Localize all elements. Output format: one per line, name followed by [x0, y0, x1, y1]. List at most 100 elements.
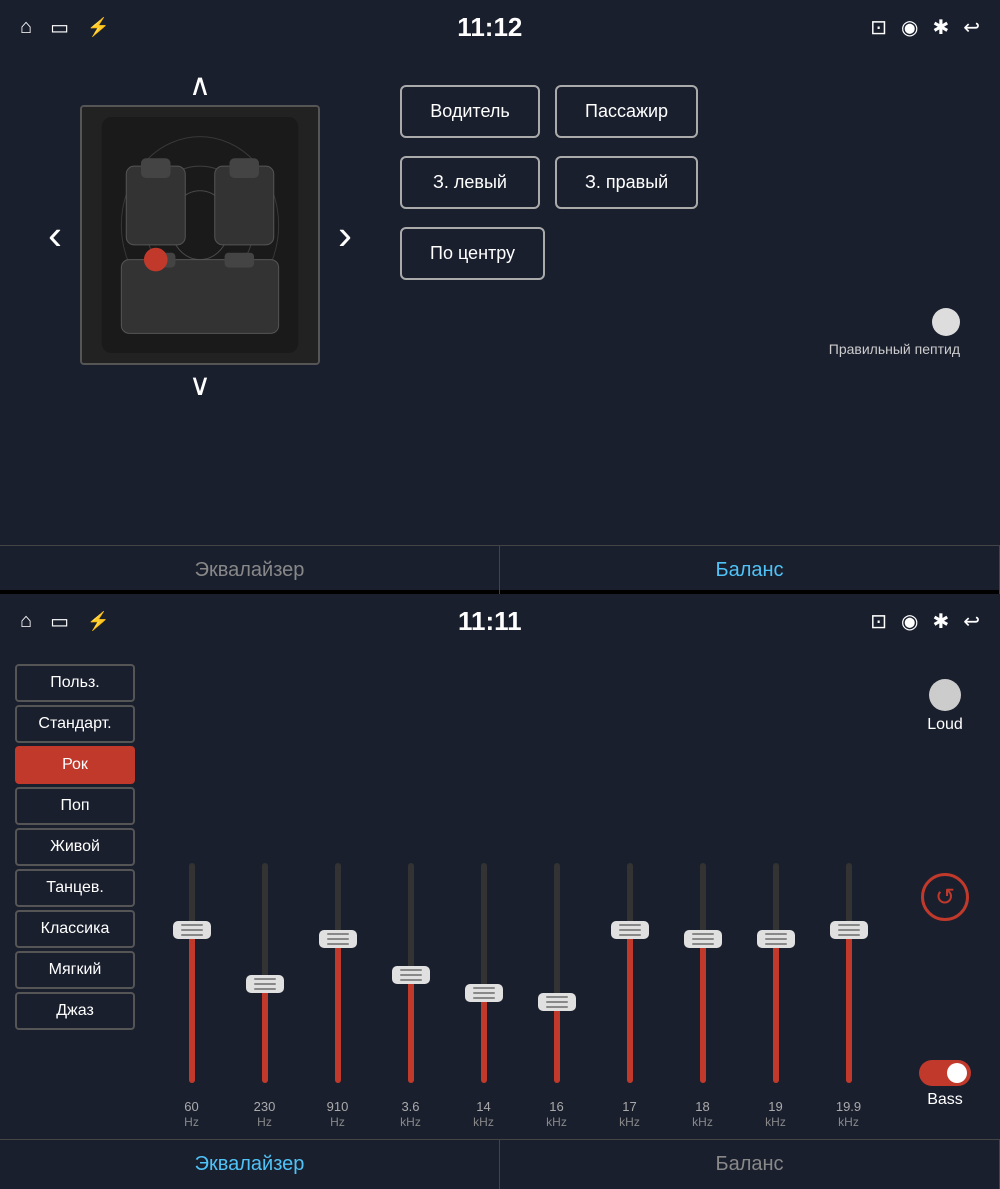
- eq-slider-track-7: [700, 863, 706, 1083]
- location-icon-bottom[interactable]: ◉: [901, 609, 918, 634]
- loud-area: Loud: [927, 679, 963, 734]
- tab-balance-bottom[interactable]: Баланс: [500, 1140, 1000, 1189]
- usb-icon[interactable]: ⚡: [87, 17, 109, 38]
- thumb-lines-8: [765, 933, 787, 945]
- preset-classic[interactable]: Классика: [15, 910, 135, 948]
- preset-dance[interactable]: Танцев.: [15, 869, 135, 907]
- home-icon-bottom[interactable]: ⌂: [20, 610, 32, 633]
- preset-pop[interactable]: Поп: [15, 787, 135, 825]
- rear-left-button[interactable]: З. левый: [400, 156, 540, 209]
- eq-slider-thumb-6[interactable]: [611, 921, 649, 939]
- eq-slider-wrapper-3[interactable]: [389, 853, 433, 1093]
- eq-slider-thumb-8[interactable]: [757, 930, 795, 948]
- eq-slider-thumb-0[interactable]: [173, 921, 211, 939]
- top-panel: ⌂ ▭ ⚡ 11:12 ⊡ ◉ ✱ ↩ ∧ ‹: [0, 0, 1000, 590]
- location-icon[interactable]: ◉: [901, 15, 918, 40]
- eq-slider-wrapper-7[interactable]: [681, 853, 725, 1093]
- eq-slider-wrapper-1[interactable]: [243, 853, 287, 1093]
- eq-slider-wrapper-0[interactable]: [170, 853, 214, 1093]
- eq-slider-track-4: [481, 863, 487, 1083]
- bass-area: Bass: [919, 1060, 971, 1109]
- tab-equalizer-top[interactable]: Эквалайзер: [0, 546, 500, 595]
- eq-slider-thumb-7[interactable]: [684, 930, 722, 948]
- bottom-status-bar-right: ⊡ ◉ ✱ ↩: [870, 609, 980, 634]
- eq-slider-track-9: [846, 863, 852, 1083]
- eq-slider-fill-8: [773, 939, 779, 1083]
- bass-toggle[interactable]: [919, 1060, 971, 1086]
- thumb-lines-4: [473, 987, 495, 999]
- cast-icon[interactable]: ⊡: [870, 15, 887, 40]
- seat-btn-row-1: Водитель Пассажир: [400, 85, 970, 138]
- top-status-bar-right: ⊡ ◉ ✱ ↩: [870, 15, 980, 40]
- eq-right-controls: Loud ↺ Bass: [905, 659, 985, 1129]
- loud-indicator[interactable]: [929, 679, 961, 711]
- eq-band-5: 16 kHz: [535, 853, 579, 1129]
- eq-slider-wrapper-6[interactable]: [608, 853, 652, 1093]
- eq-slider-thumb-4[interactable]: [465, 984, 503, 1002]
- freq-label-1: 230 Hz: [254, 1099, 276, 1129]
- reset-button[interactable]: ↺: [921, 873, 969, 921]
- back-icon[interactable]: ↩: [963, 15, 980, 40]
- preset-soft[interactable]: Мягкий: [15, 951, 135, 989]
- sliders-container: 60 Hz 230 Hz: [145, 659, 895, 1129]
- seat-prev-button[interactable]: ‹: [30, 205, 80, 265]
- eq-slider-fill-9: [846, 930, 852, 1083]
- eq-slider-wrapper-5[interactable]: [535, 853, 579, 1093]
- bass-label: Bass: [927, 1091, 963, 1109]
- top-status-bar: ⌂ ▭ ⚡ 11:12 ⊡ ◉ ✱ ↩: [0, 0, 1000, 55]
- top-tab-bar: Эквалайзер Баланс: [0, 545, 1000, 595]
- preset-rock[interactable]: Рок: [15, 746, 135, 784]
- preset-jazz[interactable]: Джаз: [15, 992, 135, 1030]
- chevron-up-button[interactable]: ∧: [175, 65, 225, 105]
- eq-band-4: 14 kHz: [462, 853, 506, 1129]
- eq-slider-thumb-3[interactable]: [392, 966, 430, 984]
- eq-slider-track-3: [408, 863, 414, 1083]
- preset-user[interactable]: Польз.: [15, 664, 135, 702]
- eq-slider-thumb-2[interactable]: [319, 930, 357, 948]
- bottom-status-bar: ⌂ ▭ ⚡ 11:11 ⊡ ◉ ✱ ↩: [0, 594, 1000, 649]
- center-button[interactable]: По центру: [400, 227, 545, 280]
- tab-balance-top[interactable]: Баланс: [500, 546, 1000, 595]
- balance-controls: Водитель Пассажир З. левый З. правый По …: [400, 65, 970, 535]
- eq-slider-thumb-1[interactable]: [246, 975, 284, 993]
- eq-slider-wrapper-9[interactable]: [827, 853, 871, 1093]
- chevron-down-button[interactable]: ∨: [175, 365, 225, 405]
- thumb-lines-9: [838, 924, 860, 936]
- eq-slider-wrapper-4[interactable]: [462, 853, 506, 1093]
- seat-next-button[interactable]: ›: [320, 205, 370, 265]
- preset-live[interactable]: Живой: [15, 828, 135, 866]
- eq-band-0: 60 Hz: [170, 853, 214, 1129]
- eq-slider-track-5: [554, 863, 560, 1083]
- driver-button[interactable]: Водитель: [400, 85, 540, 138]
- eq-slider-thumb-9[interactable]: [830, 921, 868, 939]
- eq-slider-thumb-5[interactable]: [538, 993, 576, 1011]
- preset-standard[interactable]: Стандарт.: [15, 705, 135, 743]
- bottom-panel: ⌂ ▭ ⚡ 11:11 ⊡ ◉ ✱ ↩ Польз.Стандарт.РокПо…: [0, 594, 1000, 1181]
- rear-right-button[interactable]: З. правый: [555, 156, 698, 209]
- screen-icon[interactable]: ▭: [50, 15, 69, 40]
- freq-label-0: 60 Hz: [184, 1099, 199, 1129]
- seat-image: [80, 105, 320, 365]
- bluetooth-icon-bottom[interactable]: ✱: [932, 609, 949, 634]
- usb-icon-bottom[interactable]: ⚡: [87, 611, 109, 632]
- screen-icon-bottom[interactable]: ▭: [50, 609, 69, 634]
- eq-slider-wrapper-8[interactable]: [754, 853, 798, 1093]
- bottom-clock: 11:11: [458, 606, 522, 637]
- eq-band-3: 3.6 kHz: [389, 853, 433, 1129]
- seat-btn-row-3: По центру: [400, 227, 970, 280]
- eq-content: Польз.Стандарт.РокПопЖивойТанцев.Классик…: [0, 649, 1000, 1139]
- home-icon[interactable]: ⌂: [20, 16, 32, 39]
- eq-band-2: 910 Hz: [316, 853, 360, 1129]
- tab-equalizer-bottom[interactable]: Эквалайзер: [0, 1140, 500, 1189]
- loud-label: Loud: [927, 716, 963, 734]
- passenger-button[interactable]: Пассажир: [555, 85, 698, 138]
- thumb-lines-7: [692, 933, 714, 945]
- freq-label-5: 16 kHz: [546, 1099, 567, 1129]
- top-status-bar-left: ⌂ ▭ ⚡: [20, 15, 109, 40]
- eq-slider-wrapper-2[interactable]: [316, 853, 360, 1093]
- eq-slider-track-2: [335, 863, 341, 1083]
- bluetooth-icon[interactable]: ✱: [932, 15, 949, 40]
- cast-icon-bottom[interactable]: ⊡: [870, 609, 887, 634]
- back-icon-bottom[interactable]: ↩: [963, 609, 980, 634]
- bottom-tab-bar: Эквалайзер Баланс: [0, 1139, 1000, 1189]
